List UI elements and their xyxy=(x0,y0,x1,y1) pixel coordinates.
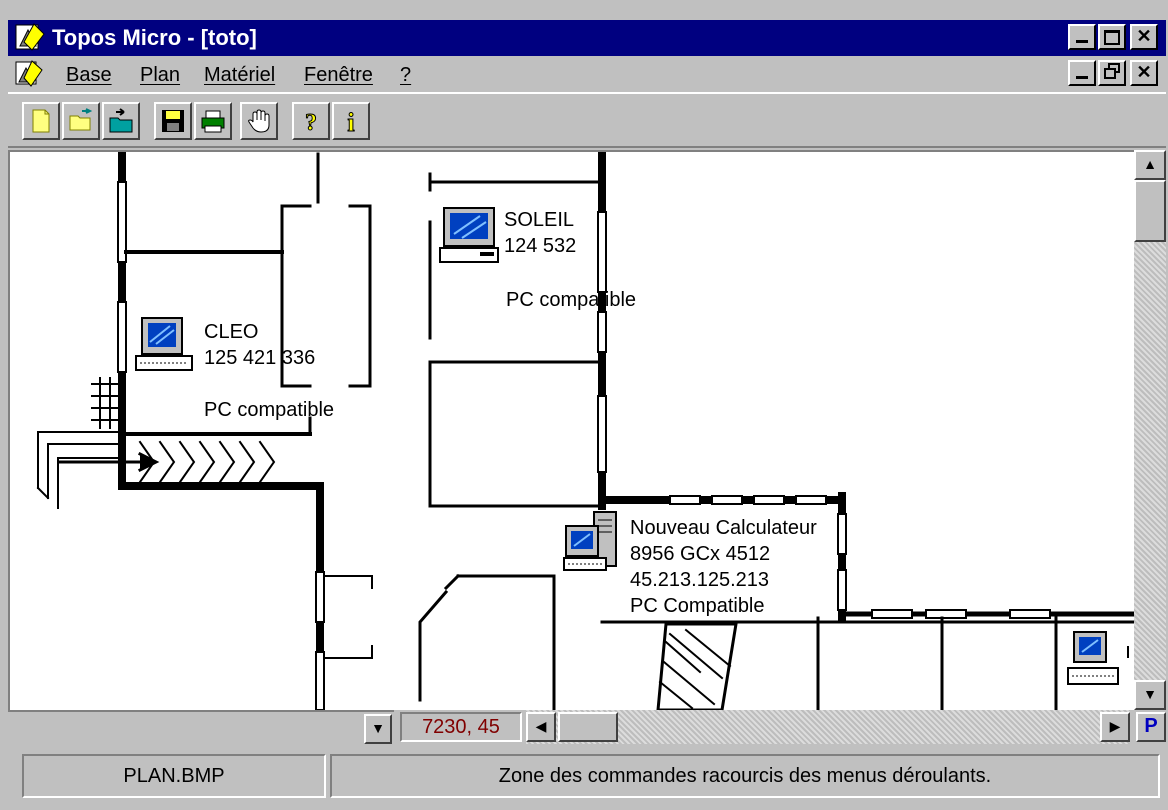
hand-icon xyxy=(248,109,270,133)
menu-base[interactable]: Base xyxy=(66,63,112,87)
print-icon xyxy=(201,110,225,133)
title-bar[interactable]: Topos Micro - [toto] ✕ xyxy=(8,20,1166,56)
computer-id-soleil: 124 532 xyxy=(504,235,577,257)
new-button[interactable] xyxy=(22,102,60,140)
computer-icon-soleil[interactable] xyxy=(439,207,499,263)
svg-text:?: ? xyxy=(305,110,317,134)
computer-type-soleil: PC compatible xyxy=(506,289,637,311)
scroll-left-button[interactable]: ◀ xyxy=(526,712,556,742)
menu-plan-label: Plan xyxy=(140,64,181,86)
arrow-down-icon: ▼ xyxy=(1143,686,1157,702)
info-button[interactable]: i xyxy=(332,102,370,140)
close-button[interactable]: ✕ xyxy=(1130,24,1158,50)
menu-bar: Base Plan Matériel Fenêtre ? ✕ xyxy=(8,56,1166,92)
restore-icon xyxy=(1104,63,1120,79)
window-title: Topos Micro - [toto] xyxy=(52,25,257,50)
computer-icon-nouveau-calculateur[interactable] xyxy=(563,511,617,571)
menu-help[interactable]: ? xyxy=(400,63,411,87)
menu-help-label: ? xyxy=(400,64,412,86)
floor-plan-canvas[interactable]: SOLEIL 124 532 PC compatible CLEO 125 42… xyxy=(8,150,1134,710)
close-icon: ✕ xyxy=(1136,26,1152,46)
status-bar: PLAN.BMP Zone des commandes racourcis de… xyxy=(8,748,1166,804)
scroll-up-button[interactable]: ▲ xyxy=(1134,150,1166,180)
svg-text:i: i xyxy=(347,108,354,134)
arrow-left-icon: ◀ xyxy=(535,718,547,734)
maximize-button[interactable] xyxy=(1098,24,1126,50)
computer-type-nouveau: PC Compatible xyxy=(630,595,765,617)
print-button[interactable] xyxy=(194,102,232,140)
horizontal-bar: ▼ 7230, 45 ◀ ▶ P xyxy=(8,710,1166,744)
hand-button[interactable] xyxy=(240,102,278,140)
doc-minimize-button[interactable] xyxy=(1068,60,1096,86)
save-button[interactable] xyxy=(154,102,192,140)
vertical-scroll-thumb[interactable] xyxy=(1134,180,1166,242)
computer-type-cleo: PC compatible xyxy=(204,399,335,421)
computer-name-nouveau: Nouveau Calculateur xyxy=(630,517,817,539)
minimize-button[interactable] xyxy=(1068,24,1096,50)
save-icon xyxy=(162,110,184,132)
minimize-icon xyxy=(1076,76,1088,79)
status-file: PLAN.BMP xyxy=(22,754,326,798)
menu-materiel[interactable]: Matériel xyxy=(204,63,275,87)
close-icon: ✕ xyxy=(1136,62,1152,82)
chevron-down-icon: ▼ xyxy=(371,720,385,736)
doc-close-button[interactable]: ✕ xyxy=(1130,60,1158,86)
minimize-icon xyxy=(1076,40,1088,43)
info-icon: i xyxy=(347,108,355,134)
help-icon: ? xyxy=(305,110,318,135)
menu-fenetre[interactable]: Fenêtre xyxy=(304,63,373,87)
horizontal-scroll-thumb[interactable] xyxy=(558,712,618,742)
arrow-right-icon: ▶ xyxy=(1109,718,1121,734)
computer-name-cleo: CLEO xyxy=(204,321,259,343)
computer-address-nouveau: 45.213.125.213 xyxy=(630,569,770,591)
computer-id-cleo: 125 421 336 xyxy=(204,347,316,369)
maximize-icon xyxy=(1104,30,1120,45)
menu-fenetre-label: Fenêtre xyxy=(304,64,373,86)
document-icon[interactable] xyxy=(14,60,44,88)
doc-restore-button[interactable] xyxy=(1098,60,1126,86)
dropdown-button[interactable]: ▼ xyxy=(364,714,392,744)
open-folder-button[interactable] xyxy=(102,102,140,140)
open-folder-icon xyxy=(109,108,133,133)
toolbar: ? i xyxy=(8,92,1166,148)
open-button[interactable] xyxy=(62,102,100,140)
scroll-right-button[interactable]: ▶ xyxy=(1100,712,1130,742)
computer-name-soleil: SOLEIL xyxy=(504,209,575,231)
help-button[interactable]: ? xyxy=(292,102,330,140)
horizontal-scrollbar[interactable]: ◀ ▶ xyxy=(526,710,1130,744)
menu-materiel-label: Matériel xyxy=(204,64,276,86)
vertical-scrollbar[interactable]: ▲ ▼ xyxy=(1134,150,1166,710)
status-message: Zone des commandes racourcis des menus d… xyxy=(330,754,1160,798)
computer-icon-cleo[interactable] xyxy=(135,317,193,371)
app-icon[interactable] xyxy=(14,22,46,54)
menu-plan[interactable]: Plan xyxy=(140,63,180,87)
new-icon xyxy=(32,109,50,133)
open-icon xyxy=(69,108,93,131)
page-button[interactable]: P xyxy=(1136,712,1166,742)
menu-base-label: Base xyxy=(66,64,112,86)
computer-id-nouveau: 8956 GCx 4512 xyxy=(630,543,771,565)
coordinates-display: 7230, 45 xyxy=(400,712,522,742)
layer-area: ▼ xyxy=(8,710,394,744)
computer-icon-partial[interactable] xyxy=(1067,631,1129,685)
arrow-up-icon: ▲ xyxy=(1143,156,1157,172)
scroll-down-button[interactable]: ▼ xyxy=(1134,680,1166,710)
